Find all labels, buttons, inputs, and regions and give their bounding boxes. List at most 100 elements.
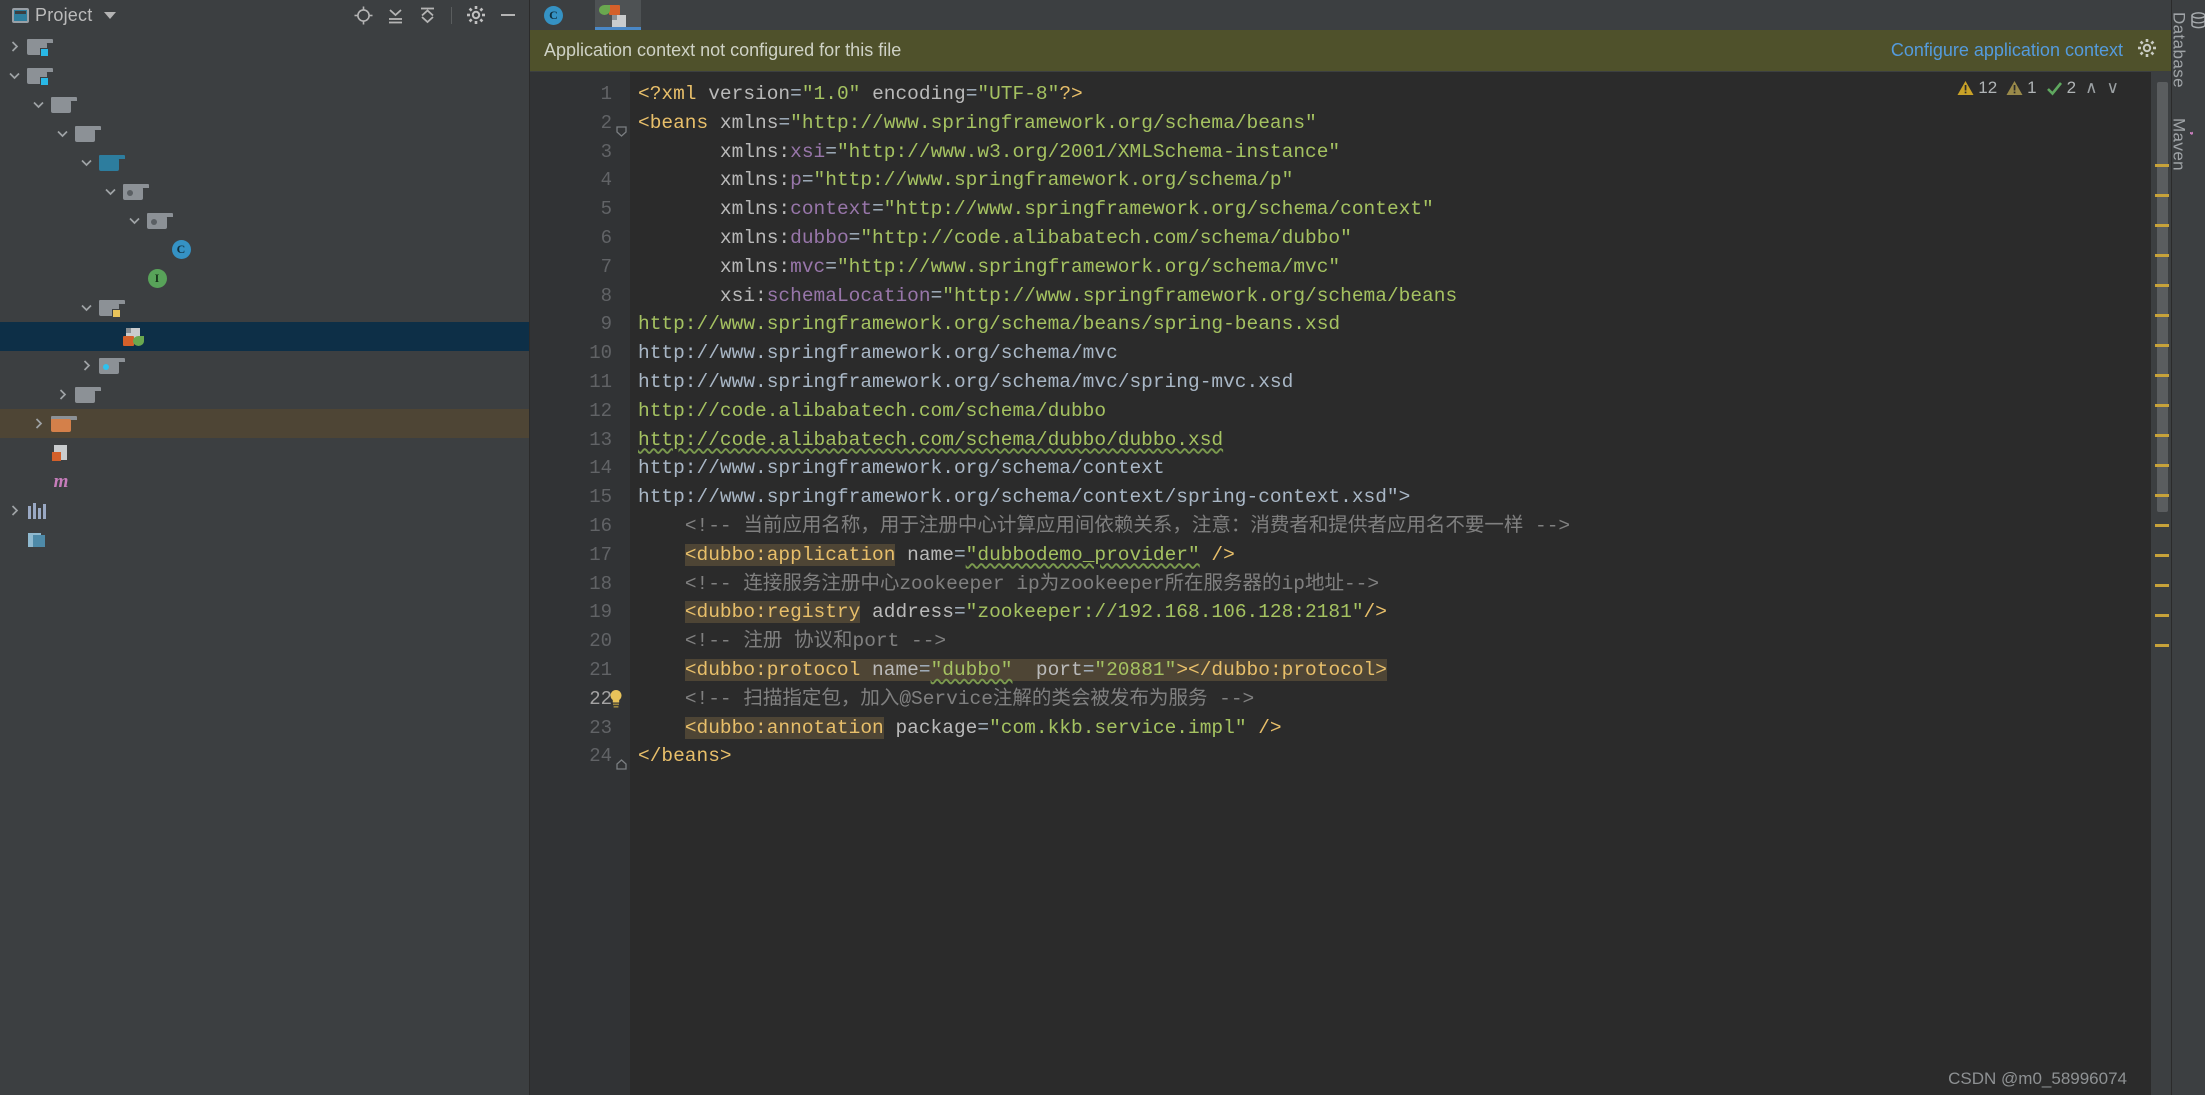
marker-stripe[interactable] xyxy=(2155,194,2169,197)
tree-row-scratches-and-consoles[interactable] xyxy=(0,525,529,554)
code-line[interactable]: <?xml version="1.0" encoding="UTF-8"?> xyxy=(630,80,2171,109)
code-fold-marker[interactable] xyxy=(616,751,627,770)
settings-icon[interactable] xyxy=(463,3,489,27)
code-line[interactable]: http://code.alibabatech.com/schema/dubbo… xyxy=(630,426,2171,455)
chevron-down-icon[interactable] xyxy=(4,69,24,82)
chevron-right-icon[interactable] xyxy=(52,388,72,401)
line-number[interactable]: 22 xyxy=(530,685,630,714)
tool-button-maven[interactable]: m Maven xyxy=(2169,114,2205,175)
tree-row-applicationcontext-service-xml[interactable] xyxy=(0,322,529,351)
collapse-all-icon[interactable] xyxy=(414,3,440,27)
line-number[interactable]: 16 xyxy=(530,512,630,541)
tree-row-webapp[interactable] xyxy=(0,351,529,380)
line-number[interactable]: 18 xyxy=(530,570,630,599)
chevron-right-icon[interactable] xyxy=(4,40,24,53)
marker-stripe[interactable] xyxy=(2155,644,2169,647)
line-number[interactable]: 4 xyxy=(530,166,630,195)
tree-row-src[interactable] xyxy=(0,90,529,119)
tool-button-database[interactable]: Database xyxy=(2169,8,2205,92)
editor-tab-inactive[interactable]: C xyxy=(530,0,595,30)
line-number[interactable]: 24 xyxy=(530,742,630,771)
line-number[interactable]: 6 xyxy=(530,224,630,253)
line-number-gutter[interactable]: 1 2 3 4 5 6 7 8 9 10 11 12 13 14 15 16 17 18 19 20 21 22 23 24 xyxy=(530,72,630,1095)
configure-application-context-link[interactable]: Configure application context xyxy=(1891,40,2123,61)
marker-stripe[interactable] xyxy=(2155,164,2169,167)
code-line[interactable]: xmlns:context="http://www.springframewor… xyxy=(630,195,2171,224)
warning-count[interactable]: 12 xyxy=(1957,78,1997,98)
line-number[interactable]: 2 xyxy=(530,109,630,138)
tree-row-helloserviceimpl[interactable]: C xyxy=(0,235,529,264)
code-line[interactable]: <!-- 连接服务注册中心zookeeper ip为zookeeper所在服务器… xyxy=(630,570,2171,599)
code-line[interactable]: <!-- 注册 协议和port --> xyxy=(630,627,2171,656)
marker-stripe[interactable] xyxy=(2155,584,2169,587)
previous-highlight-button[interactable]: ∧ xyxy=(2085,78,2097,98)
line-number[interactable]: 7 xyxy=(530,253,630,282)
chevron-down-icon[interactable] xyxy=(100,185,120,198)
tree-row-main[interactable] xyxy=(0,119,529,148)
chevron-right-icon[interactable] xyxy=(4,504,24,517)
marker-stripe[interactable] xyxy=(2155,344,2169,347)
tree-row-java[interactable] xyxy=(0,148,529,177)
tree-row-resources[interactable] xyxy=(0,293,529,322)
line-number[interactable]: 13 xyxy=(530,426,630,455)
hide-tool-window-icon[interactable] xyxy=(495,3,521,27)
code-line[interactable]: xmlns:mvc="http://www.springframework.or… xyxy=(630,253,2171,282)
project-tree[interactable]: CIm xyxy=(0,30,529,1095)
code-line[interactable]: <dubbo:annotation package="com.kkb.servi… xyxy=(630,714,2171,743)
marker-stripe[interactable] xyxy=(2155,374,2169,377)
code-line[interactable]: http://www.springframework.org/schema/be… xyxy=(630,310,2171,339)
code-line[interactable]: <!-- 扫描指定包，加入@Service注解的类会被发布为服务 --> xyxy=(630,685,2171,714)
line-number[interactable]: 5 xyxy=(530,195,630,224)
tree-row-pom-xml[interactable]: m xyxy=(0,467,529,496)
code-line[interactable]: http://www.springframework.org/schema/mv… xyxy=(630,339,2171,368)
expand-all-icon[interactable] xyxy=(382,3,408,27)
chevron-down-icon[interactable] xyxy=(52,127,72,140)
code-line[interactable]: <dubbo:application name="dubbodemo_provi… xyxy=(630,541,2171,570)
code-line[interactable]: <!-- 当前应用名称，用于注册中心计算应用间依赖关系，注意：消费者和提供者应用… xyxy=(630,512,2171,541)
tree-row-dubbodemo-provider-iml[interactable] xyxy=(0,438,529,467)
marker-stripe[interactable] xyxy=(2155,224,2169,227)
chevron-down-icon[interactable] xyxy=(76,301,96,314)
locate-icon[interactable] xyxy=(350,3,376,27)
line-number[interactable]: 15 xyxy=(530,483,630,512)
editor-scrollbar-thumb[interactable] xyxy=(2157,82,2168,512)
chevron-down-icon[interactable] xyxy=(28,98,48,111)
marker-stripe[interactable] xyxy=(2155,284,2169,287)
line-number[interactable]: 21 xyxy=(530,656,630,685)
tree-row-dubbodemo-provider[interactable] xyxy=(0,61,529,90)
next-highlight-button[interactable]: ∨ xyxy=(2107,78,2119,98)
intention-bulb-icon[interactable] xyxy=(608,689,624,709)
marker-stripe[interactable] xyxy=(2155,464,2169,467)
code-line[interactable]: http://www.springframework.org/schema/mv… xyxy=(630,368,2171,397)
line-number[interactable]: 8 xyxy=(530,282,630,311)
marker-stripe[interactable] xyxy=(2155,314,2169,317)
code-line[interactable]: http://www.springframework.org/schema/co… xyxy=(630,483,2171,512)
editor-tab-active[interactable] xyxy=(595,0,641,30)
code-content[interactable]: <?xml version="1.0" encoding="UTF-8"?> <b… xyxy=(630,72,2171,1095)
chevron-down-icon[interactable] xyxy=(124,214,144,227)
line-number[interactable]: 19 xyxy=(530,598,630,627)
marker-stripe[interactable] xyxy=(2155,404,2169,407)
gear-icon[interactable] xyxy=(2137,38,2157,63)
tree-row-external-libraries[interactable] xyxy=(0,496,529,525)
inspections-widget[interactable]: 12 1 2 ∧ ∨ xyxy=(1957,78,2119,98)
line-number[interactable]: 20 xyxy=(530,627,630,656)
marker-stripe[interactable] xyxy=(2155,434,2169,437)
marker-stripe[interactable] xyxy=(2155,614,2169,617)
code-line[interactable]: xmlns:p="http://www.springframework.org/… xyxy=(630,166,2171,195)
editor-marker-bar[interactable] xyxy=(2151,72,2171,1095)
tree-row-dubbodemo-consumer[interactable] xyxy=(0,32,529,61)
tree-row-helloservice[interactable]: I xyxy=(0,264,529,293)
code-line[interactable]: </beans> xyxy=(630,742,2171,771)
chevron-right-icon[interactable] xyxy=(28,417,48,430)
code-line[interactable]: xsi:schemaLocation="http://www.springfra… xyxy=(630,282,2171,311)
code-line[interactable]: http://code.alibabatech.com/schema/dubbo xyxy=(630,397,2171,426)
inspection-ok-count[interactable]: 2 xyxy=(2046,78,2076,98)
line-number[interactable]: 10 xyxy=(530,339,630,368)
code-line[interactable]: xmlns:xsi="http://www.w3.org/2001/XMLSch… xyxy=(630,138,2171,167)
line-number[interactable]: 17 xyxy=(530,541,630,570)
editor-tabbar[interactable]: C xyxy=(530,0,2171,30)
line-number[interactable]: 3 xyxy=(530,138,630,167)
chevron-down-icon[interactable] xyxy=(104,11,117,19)
line-number[interactable]: 1 xyxy=(530,80,630,109)
